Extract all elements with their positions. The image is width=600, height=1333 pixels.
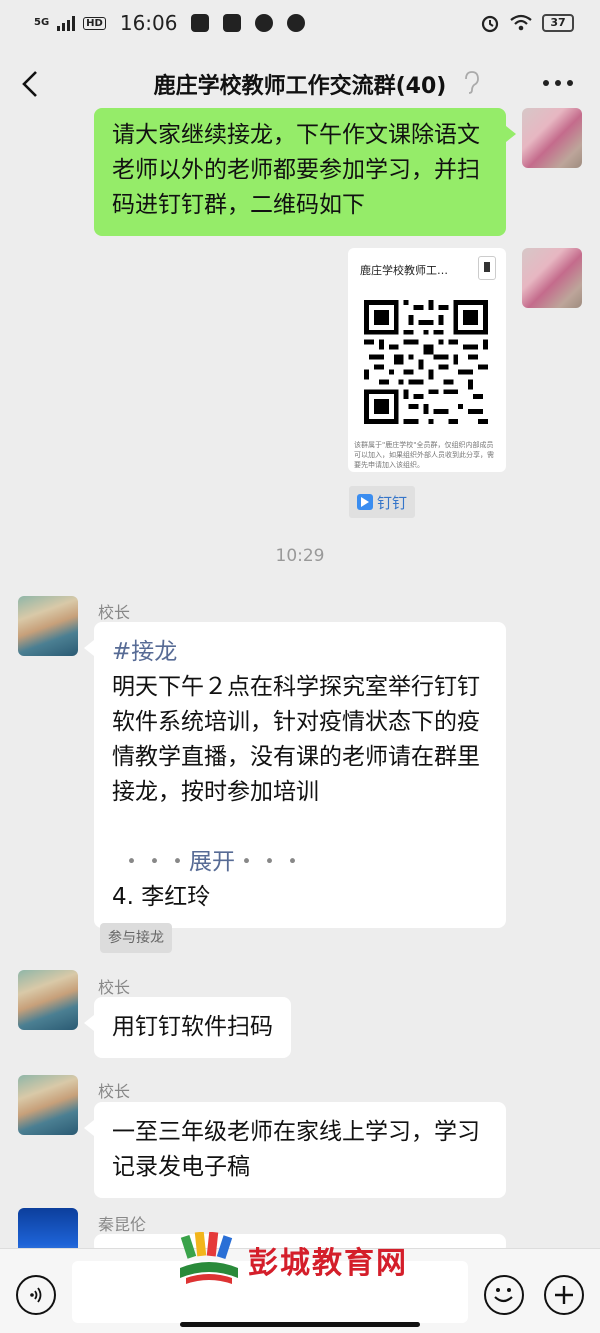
expand-dots-right: ・・・ [235,849,304,875]
my-avatar[interactable] [522,108,582,168]
more-button[interactable] [538,68,578,98]
alarm-icon [481,15,499,33]
chat-title: 鹿庄学校教师工作交流群(40) [153,74,447,99]
sender-name: 校长 [98,603,131,622]
message-bubble-self[interactable]: 请大家继续接龙，下午作文课除语文老师以外的老师都要参加学习，并扫码进钉钉群，二维… [94,108,516,236]
emoji-icon [494,1288,513,1303]
card-note: 该群属于"鹿庄学校"全员群，仅组织内部成员可以加入，如果组织外部人员收到此分享，… [354,441,494,469]
expand-link[interactable]: 展开 [189,849,235,875]
signal-icon [57,15,76,31]
status-bar: 5G HD 16:06 37 [0,0,600,46]
watermark: 彭城教育网 [178,1230,438,1290]
jielong-hashtag[interactable]: #接龙 [112,635,488,670]
my-avatar[interactable] [522,248,582,308]
join-jielong-button[interactable]: 参与接龙 [100,923,172,953]
emoji-button[interactable] [484,1275,524,1315]
plus-button[interactable] [544,1275,584,1315]
message-notification-icon [223,14,242,32]
expand-row: ・・・展开・・・ [112,845,488,880]
qr-code [364,300,488,424]
timestamp: 10:29 [275,546,325,566]
network-type: 5G [34,17,50,28]
sender-name: 秦昆伦 [98,1215,147,1234]
qq-notification-icon [255,14,274,32]
ear-icon [465,71,479,94]
watermark-text: 彭城教育网 [248,1246,408,1281]
card-title: 鹿庄学校教师工… [360,264,448,277]
app-notification-icon [191,14,210,32]
plus-icon [555,1286,573,1304]
sender-avatar[interactable] [18,970,78,1030]
sender-avatar[interactable] [18,1075,78,1135]
message-bubble[interactable]: 用钉钉软件扫码 [84,997,291,1058]
expand-dots-left: ・・・ [120,849,189,875]
app-tag-label: 钉钉 [377,493,408,512]
dingtalk-app-tag[interactable]: 钉钉 [349,486,416,518]
voice-icon [30,1287,42,1303]
home-indicator[interactable] [180,1322,420,1327]
phone-icon [478,256,496,280]
jielong-entry: 4. 李红玲 [112,884,211,910]
battery-icon: 37 [542,14,574,32]
voice-button[interactable] [16,1275,56,1315]
status-time: 16:06 [119,11,178,35]
dingtalk-group-card[interactable]: 鹿庄学校教师工… 该群属于"鹿庄学校"全员群，仅组织内部成员可以加入，如果组织外… [348,248,506,472]
search-notification-icon [287,14,306,32]
jielong-message-bubble[interactable]: #接龙 明天下午２点在科学探究室举行钉钉软件系统培训，针对疫情状态下的疫情教学直… [84,622,506,928]
sender-name: 校长 [98,1082,131,1101]
dingtalk-icon [357,494,373,510]
message-bubble[interactable]: 一至三年级老师在家线上学习，学习记录发电子稿 [84,1102,506,1198]
message-body: 明天下午２点在科学探究室举行钉钉软件系统培训，针对疫情状态下的疫情教学直播，没有… [112,674,480,805]
sender-avatar[interactable] [18,596,78,656]
wifi-icon [510,14,532,31]
watermark-logo-icon [180,1232,238,1284]
sender-name: 校长 [98,978,131,997]
hd-icon: HD [83,16,106,30]
